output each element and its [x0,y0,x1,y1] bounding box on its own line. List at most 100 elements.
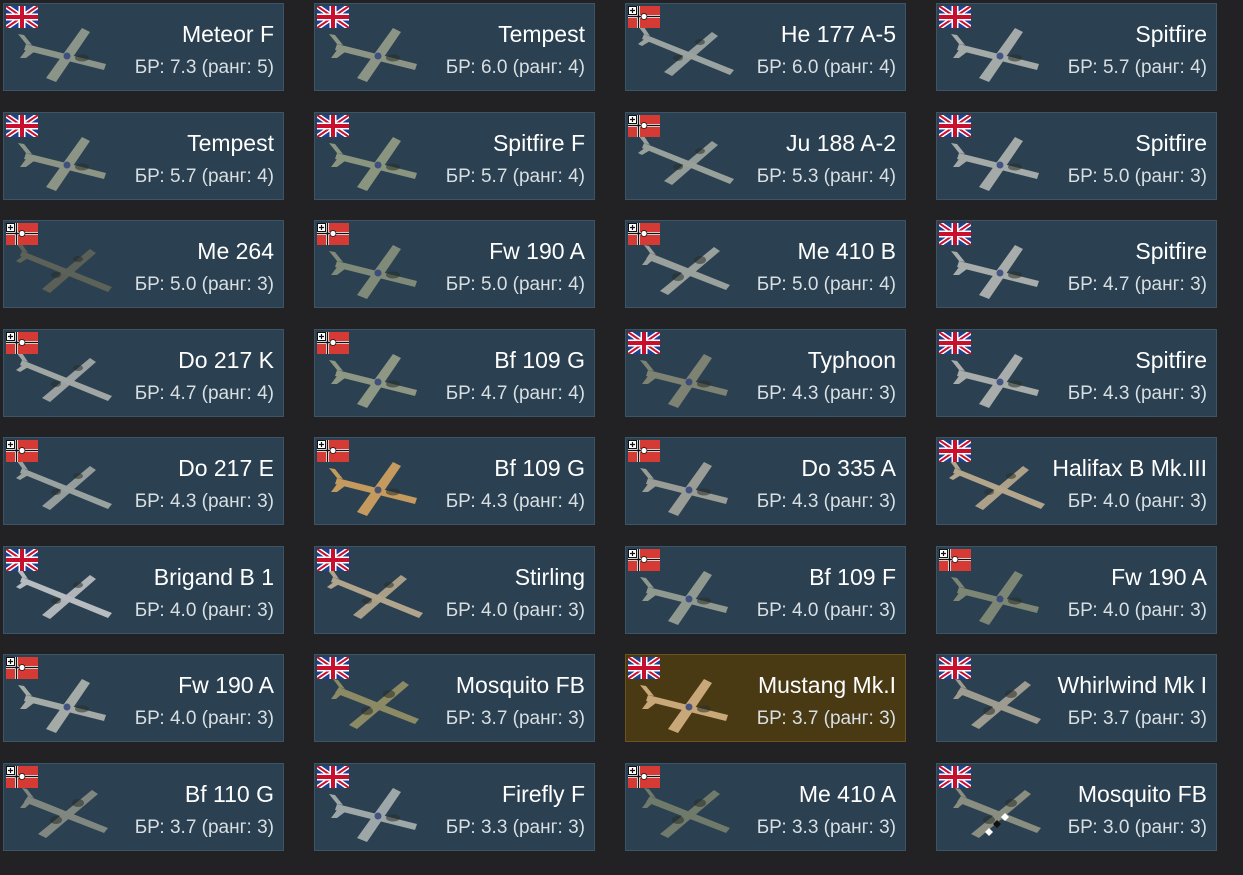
battle-rating: БР: 3.7 (ранг: 3) [1067,708,1207,729]
uk-flag-icon [628,332,660,354]
vehicle-card[interactable]: Do 217 K БР: 4.7 (ранг: 4) [3,329,284,417]
vehicle-card[interactable]: Spitfire БР: 4.7 (ранг: 3) [936,220,1217,308]
vehicle-name: Fw 190 A [489,238,585,264]
battle-rating: БР: 4.7 (ранг: 3) [1067,274,1207,295]
vehicle-card[interactable]: Brigand B 1 БР: 4.0 (ранг: 3) [3,546,284,634]
vehicle-name: Do 335 A [801,455,896,481]
vehicle-card[interactable]: Spitfire БР: 5.0 (ранг: 3) [936,112,1217,200]
vehicle-card[interactable]: Me 410 A БР: 3.3 (ранг: 3) [625,763,906,851]
vehicle-name: Do 217 E [178,455,274,481]
battle-rating: БР: 4.3 (ранг: 3) [756,491,896,512]
battle-rating: БР: 4.3 (ранг: 3) [1067,383,1207,404]
vehicle-name: Mosquito FB [1077,781,1207,807]
vehicle-card[interactable]: Firefly F БР: 3.3 (ранг: 3) [314,763,595,851]
vehicle-card[interactable]: Halifax B Mk.III БР: 4.0 (ранг: 3) [936,437,1217,525]
vehicle-name: Me 264 [197,238,274,264]
vehicle-name: Bf 109 G [494,455,585,481]
german-flag-icon [6,223,38,245]
battle-rating: БР: 4.0 (ранг: 3) [134,600,274,621]
battle-rating: БР: 4.3 (ранг: 3) [134,491,274,512]
german-flag-icon [628,766,660,788]
vehicle-card[interactable]: Whirlwind Mk I БР: 3.7 (ранг: 3) [936,654,1217,742]
vehicle-name: Me 410 B [797,238,896,264]
vehicle-name: Do 217 K [178,347,274,373]
vehicle-card[interactable]: Typhoon БР: 4.3 (ранг: 3) [625,329,906,417]
vehicle-card[interactable]: Spitfire БР: 5.7 (ранг: 4) [936,3,1217,91]
vehicle-card[interactable]: Tempest БР: 6.0 (ранг: 4) [314,3,595,91]
vehicle-name: Me 410 A [798,781,896,807]
battle-rating: БР: 6.0 (ранг: 4) [756,57,896,78]
vehicle-card[interactable]: Spitfire БР: 4.3 (ранг: 3) [936,329,1217,417]
vehicle-name: Brigand B 1 [153,564,274,590]
battle-rating: БР: 4.7 (ранг: 4) [445,383,585,404]
vehicle-card[interactable]: Bf 109 G БР: 4.7 (ранг: 4) [314,329,595,417]
vehicle-card[interactable]: Me 264 БР: 5.0 (ранг: 3) [3,220,284,308]
vehicle-card[interactable]: He 177 A-5 БР: 6.0 (ранг: 4) [625,3,906,91]
battle-rating: БР: 7.3 (ранг: 5) [134,57,274,78]
battle-rating: БР: 4.3 (ранг: 4) [445,491,585,512]
vehicle-card[interactable]: Bf 109 F БР: 4.0 (ранг: 3) [625,546,906,634]
german-flag-icon [628,115,660,137]
battle-rating: БР: 4.0 (ранг: 3) [134,708,274,729]
battle-rating: БР: 3.7 (ранг: 3) [756,708,896,729]
vehicle-card[interactable]: Fw 190 A БР: 4.0 (ранг: 3) [3,654,284,742]
uk-flag-icon [317,549,349,571]
vehicle-name: Fw 190 A [1111,564,1207,590]
vehicle-card[interactable]: Bf 110 G БР: 3.7 (ранг: 3) [3,763,284,851]
vehicle-name: Stirling [514,564,585,590]
uk-flag-icon [939,332,971,354]
uk-flag-icon [317,6,349,28]
battle-rating: БР: 5.0 (ранг: 4) [445,274,585,295]
vehicle-name: Spitfire [1135,238,1207,264]
vehicle-card[interactable]: Do 217 E БР: 4.3 (ранг: 3) [3,437,284,525]
german-flag-icon [6,657,38,679]
vehicle-card[interactable]: Me 410 B БР: 5.0 (ранг: 4) [625,220,906,308]
battle-rating: БР: 3.3 (ранг: 3) [445,817,585,838]
vehicle-name: Firefly F [501,781,585,807]
vehicle-name: Halifax B Mk.III [1052,455,1207,481]
vehicle-card[interactable]: Ju 188 A-2 БР: 5.3 (ранг: 4) [625,112,906,200]
uk-flag-icon [317,657,349,679]
vehicle-card[interactable]: Mosquito FB БР: 3.0 (ранг: 3) [936,763,1217,851]
vehicle-card[interactable]: Meteor F БР: 7.3 (ранг: 5) [3,3,284,91]
uk-flag-icon [939,223,971,245]
battle-rating: БР: 3.7 (ранг: 3) [445,708,585,729]
vehicle-name: Mosquito FB [455,672,585,698]
battle-rating: БР: 5.7 (ранг: 4) [445,166,585,187]
battle-rating: БР: 5.0 (ранг: 3) [134,274,274,295]
vehicle-name: Bf 109 G [494,347,585,373]
uk-flag-icon [939,6,971,28]
german-flag-icon [628,223,660,245]
vehicle-card[interactable]: Spitfire F БР: 5.7 (ранг: 4) [314,112,595,200]
vehicle-card[interactable]: Mosquito FB БР: 3.7 (ранг: 3) [314,654,595,742]
vehicle-name: Spitfire [1135,130,1207,156]
vehicle-card[interactable]: Bf 109 G БР: 4.3 (ранг: 4) [314,437,595,525]
battle-rating: БР: 4.0 (ранг: 3) [445,600,585,621]
uk-flag-icon [628,657,660,679]
uk-flag-icon [317,115,349,137]
battle-rating: БР: 5.0 (ранг: 3) [1067,166,1207,187]
german-flag-icon [6,332,38,354]
battle-rating: БР: 4.0 (ранг: 3) [756,600,896,621]
german-flag-icon [317,440,349,462]
vehicle-name: Spitfire F [492,130,585,156]
vehicle-name: Ju 188 A-2 [786,130,896,156]
vehicle-name: Spitfire [1135,347,1207,373]
vehicle-grid: Meteor F БР: 7.3 (ранг: 5) Tempest БР: 6.0… [0,0,1243,875]
vehicle-name: Mustang Mk.I [757,672,896,698]
vehicle-card[interactable]: Mustang Mk.I БР: 3.7 (ранг: 3) [625,654,906,742]
vehicle-name: Bf 109 F [809,564,896,590]
vehicle-card[interactable]: Fw 190 A БР: 5.0 (ранг: 4) [314,220,595,308]
battle-rating: БР: 5.3 (ранг: 4) [756,166,896,187]
vehicle-card[interactable]: Stirling БР: 4.0 (ранг: 3) [314,546,595,634]
uk-flag-icon [6,115,38,137]
vehicle-card[interactable]: Fw 190 A БР: 4.0 (ранг: 3) [936,546,1217,634]
uk-flag-icon [939,657,971,679]
vehicle-name: Bf 110 G [184,781,274,807]
vehicle-card[interactable]: Do 335 A БР: 4.3 (ранг: 3) [625,437,906,525]
uk-flag-icon [939,115,971,137]
uk-flag-icon [6,6,38,28]
german-flag-icon [6,440,38,462]
vehicle-card[interactable]: Tempest БР: 5.7 (ранг: 4) [3,112,284,200]
vehicle-name: Spitfire [1135,21,1207,47]
